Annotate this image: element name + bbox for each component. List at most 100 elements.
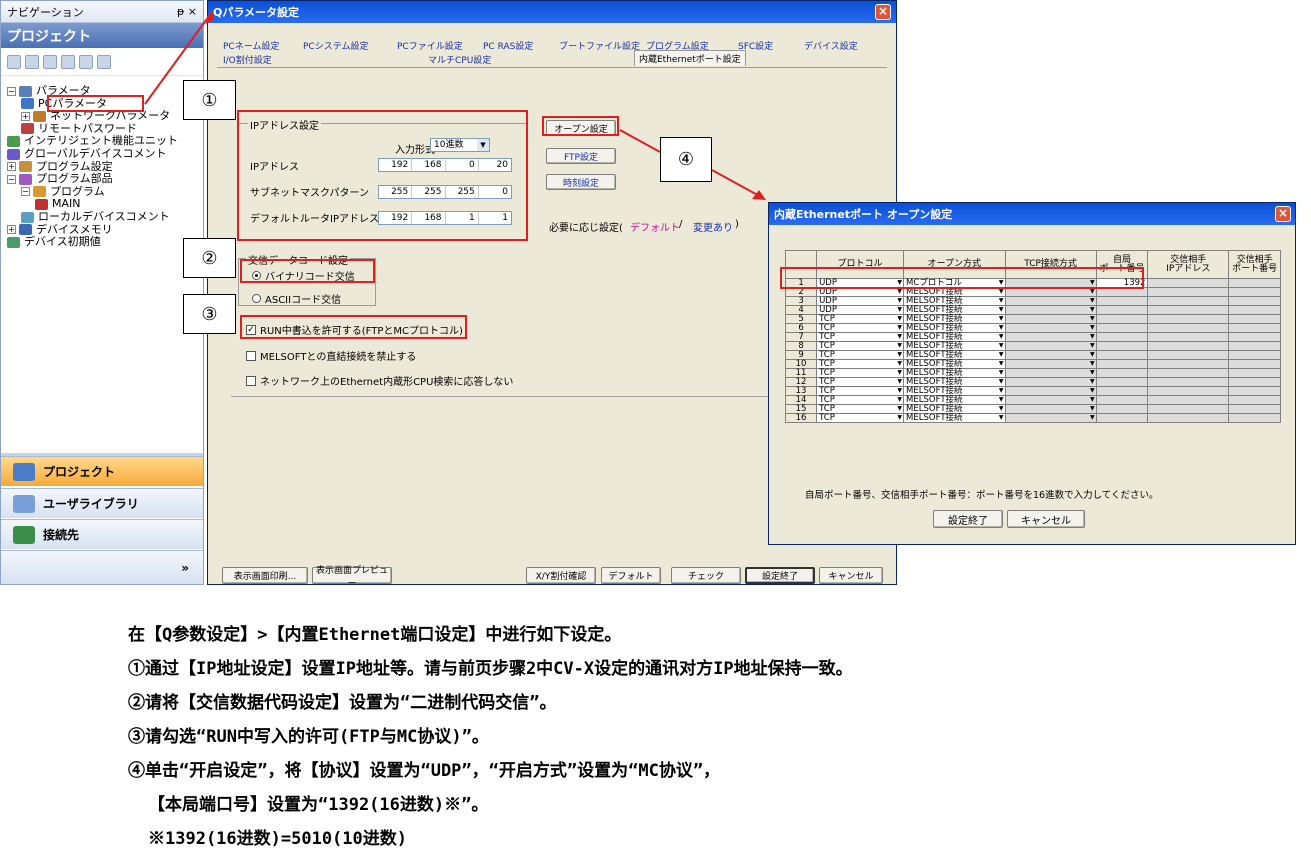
- remote-ip-cell[interactable]: [1147, 287, 1230, 297]
- tab-pc-ras[interactable]: PC RAS設定: [483, 39, 533, 52]
- remote-port-cell[interactable]: [1228, 278, 1281, 288]
- print-preview-button[interactable]: 表示画面プレビュー: [312, 566, 392, 589]
- tcp-method-select[interactable]: ▼: [1004, 305, 1097, 315]
- tree-item[interactable]: + プログラム設定: [7, 160, 113, 173]
- remote-ip-cell[interactable]: [1147, 350, 1230, 360]
- tree-item[interactable]: MAIN: [35, 198, 81, 210]
- remote-port-cell[interactable]: [1228, 395, 1281, 405]
- properties-icon[interactable]: [61, 54, 75, 69]
- remote-ip-cell[interactable]: [1147, 377, 1230, 387]
- xy-assignment-button[interactable]: X/Y割付確認: [526, 567, 596, 584]
- local-port-cell[interactable]: [1095, 413, 1149, 423]
- remote-ip-cell[interactable]: [1147, 314, 1230, 324]
- open-method-select[interactable]: MELSOFT接続 ▼: [903, 413, 1006, 423]
- tcp-method-select[interactable]: ▼: [1004, 350, 1097, 360]
- tab-pc-system[interactable]: PCシステム設定: [303, 39, 368, 52]
- local-port-cell[interactable]: [1095, 377, 1149, 387]
- dialog-finish-button[interactable]: 設定終了: [933, 510, 1003, 528]
- collapse-icon[interactable]: −: [7, 174, 16, 184]
- no-response-search-checkbox[interactable]: ネットワーク上のEthernet内蔵形CPU検索に応答しない: [246, 373, 513, 388]
- tcp-method-select[interactable]: ▼: [1004, 314, 1097, 324]
- remote-port-cell[interactable]: [1228, 323, 1281, 333]
- remote-port-cell[interactable]: [1228, 296, 1281, 306]
- tcp-method-select[interactable]: ▼: [1004, 395, 1097, 405]
- expand-icon[interactable]: +: [7, 162, 16, 172]
- tcp-method-select[interactable]: ▼: [1004, 386, 1097, 396]
- tree-item[interactable]: インテリジェント機能ユニット: [7, 135, 178, 147]
- pin-close-icon[interactable]: ᵽ ×: [177, 5, 197, 18]
- expand-icon[interactable]: +: [7, 225, 16, 235]
- local-port-cell[interactable]: [1095, 341, 1149, 351]
- tab-boot-file[interactable]: ブートファイル設定: [559, 39, 640, 52]
- remote-port-cell[interactable]: [1228, 332, 1281, 342]
- ascii-code-radio[interactable]: ASCIIコード交信: [252, 291, 341, 306]
- local-port-cell[interactable]: [1095, 296, 1149, 306]
- local-port-cell[interactable]: [1095, 368, 1149, 378]
- remote-ip-cell[interactable]: [1147, 305, 1230, 315]
- tcp-method-select[interactable]: ▼: [1004, 323, 1097, 333]
- tcp-method-select[interactable]: ▼: [1004, 404, 1097, 414]
- remote-ip-cell[interactable]: [1147, 368, 1230, 378]
- time-setting-button[interactable]: 時刻設定: [546, 174, 616, 190]
- tab-pc-file[interactable]: PCファイル設定: [397, 39, 463, 52]
- remote-port-cell[interactable]: [1228, 287, 1281, 297]
- expand-icon[interactable]: +: [21, 111, 30, 121]
- local-port-cell[interactable]: [1095, 359, 1149, 369]
- remote-ip-cell[interactable]: [1147, 404, 1230, 414]
- remote-port-cell[interactable]: [1228, 341, 1281, 351]
- tcp-method-select[interactable]: ▼: [1004, 368, 1097, 378]
- local-port-cell[interactable]: [1095, 386, 1149, 396]
- cancel-button[interactable]: キャンセル: [819, 567, 883, 584]
- remote-ip-cell[interactable]: [1147, 359, 1230, 369]
- local-port-cell[interactable]: [1095, 305, 1149, 315]
- local-port-cell[interactable]: [1095, 404, 1149, 414]
- nav-more[interactable]: »: [1, 550, 203, 584]
- remote-port-cell[interactable]: [1228, 314, 1281, 324]
- remote-ip-cell[interactable]: [1147, 413, 1230, 423]
- local-port-cell[interactable]: [1095, 350, 1149, 360]
- print-screen-button[interactable]: 表示画面印刷...: [222, 567, 308, 584]
- nav-tab-user-library[interactable]: ユーザライブラリ: [1, 488, 203, 518]
- tab-device[interactable]: デバイス設定: [804, 39, 858, 52]
- tab-builtin-ethernet[interactable]: 内蔵Ethernetポート設定: [634, 50, 746, 66]
- tree-item[interactable]: + デバイスメモリ: [7, 223, 113, 236]
- tcp-method-select[interactable]: ▼: [1004, 377, 1097, 387]
- protocol-select[interactable]: TCP ▼: [816, 413, 905, 423]
- ftp-setting-button[interactable]: FTP設定: [546, 148, 616, 164]
- remote-ip-cell[interactable]: [1147, 341, 1230, 351]
- check-button[interactable]: チェック: [671, 567, 741, 584]
- prohibit-melsoft-checkbox[interactable]: MELSOFTとの直結接続を禁止する: [246, 348, 416, 363]
- tcp-method-select[interactable]: ▼: [1004, 413, 1097, 423]
- remote-port-cell[interactable]: [1228, 305, 1281, 315]
- tcp-method-select[interactable]: ▼: [1004, 341, 1097, 351]
- tool-icon[interactable]: [97, 54, 111, 69]
- local-port-cell[interactable]: [1095, 323, 1149, 333]
- tab-io-assignment[interactable]: I/O割付設定: [223, 53, 272, 66]
- tree-item[interactable]: グローバルデバイスコメント: [7, 148, 167, 160]
- local-port-cell[interactable]: [1095, 332, 1149, 342]
- tcp-method-select[interactable]: ▼: [1004, 359, 1097, 369]
- remote-ip-cell[interactable]: [1147, 296, 1230, 306]
- collapse-icon[interactable]: −: [21, 187, 30, 197]
- remote-port-cell[interactable]: [1228, 386, 1281, 396]
- new-icon[interactable]: [7, 54, 21, 69]
- remote-port-cell[interactable]: [1228, 359, 1281, 369]
- tree-item[interactable]: − プログラム: [21, 185, 105, 198]
- close-icon[interactable]: ×: [875, 4, 891, 20]
- collapse-icon[interactable]: −: [7, 86, 16, 96]
- tcp-method-select[interactable]: ▼: [1004, 332, 1097, 342]
- nav-tab-project[interactable]: プロジェクト: [1, 456, 203, 486]
- remote-ip-cell[interactable]: [1147, 386, 1230, 396]
- remote-ip-cell[interactable]: [1147, 278, 1230, 288]
- finish-setting-button[interactable]: 設定終了: [745, 567, 815, 584]
- remote-port-cell[interactable]: [1228, 350, 1281, 360]
- dialog-close-icon[interactable]: ×: [1275, 206, 1291, 222]
- nav-tab-connection[interactable]: 接続先: [1, 519, 203, 549]
- local-port-cell[interactable]: [1095, 314, 1149, 324]
- tab-pc-name[interactable]: PCネーム設定: [223, 39, 279, 52]
- tree-item[interactable]: リモートパスワード: [21, 122, 137, 135]
- tree-item[interactable]: − プログラム部品: [7, 173, 113, 185]
- tree-item[interactable]: ローカルデバイスコメント: [21, 211, 170, 223]
- refresh-icon[interactable]: [79, 54, 93, 69]
- remote-port-cell[interactable]: [1228, 413, 1281, 423]
